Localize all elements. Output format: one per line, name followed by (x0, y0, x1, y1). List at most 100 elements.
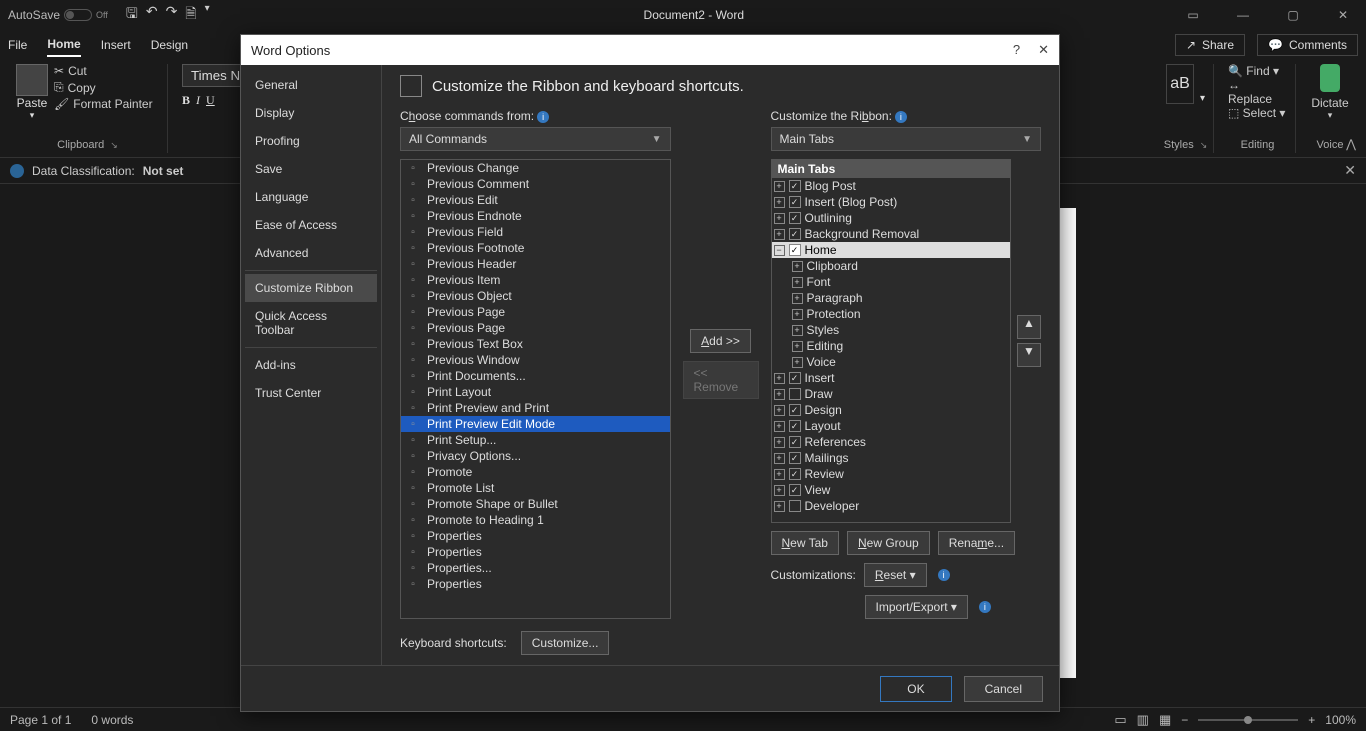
tree-item-developer[interactable]: +Developer (772, 498, 1011, 514)
styles-gallery[interactable]: aB (1166, 64, 1194, 104)
tree-item-layout[interactable]: +Layout (772, 418, 1011, 434)
tree-item-outlining[interactable]: +Outlining (772, 210, 1011, 226)
sidebar-item-trust[interactable]: Trust Center (245, 379, 377, 407)
command-item[interactable]: ▫Print Preview Edit Mode (401, 416, 670, 432)
help-icon[interactable]: ? (1013, 42, 1020, 58)
command-item[interactable]: ▫Print Layout (401, 384, 670, 400)
tree-item-protection[interactable]: +Protection (790, 306, 1011, 322)
command-item[interactable]: ▫Previous Item (401, 272, 670, 288)
info-icon[interactable]: i (895, 111, 907, 123)
command-item[interactable]: ▫Previous Window (401, 352, 670, 368)
dialog-launcher-icon[interactable]: ↘ (1200, 140, 1208, 151)
dialog-titlebar[interactable]: Word Options ? ✕ (241, 35, 1059, 65)
bold-button[interactable]: B (182, 93, 190, 108)
command-item[interactable]: ▫Previous Header (401, 256, 670, 272)
find-button[interactable]: 🔍 Find ▾ (1228, 64, 1287, 78)
rename-button[interactable]: Rename... (938, 531, 1015, 555)
tree-item-insert[interactable]: +Insert (772, 370, 1011, 386)
sidebar-item-proofing[interactable]: Proofing (245, 127, 377, 155)
web-layout-icon[interactable]: ▦ (1159, 712, 1171, 728)
command-item[interactable]: ▫Print Setup... (401, 432, 670, 448)
tree-item-review[interactable]: +Review (772, 466, 1011, 482)
read-mode-icon[interactable]: ▭ (1114, 712, 1126, 728)
command-item[interactable]: ▫Properties (401, 544, 670, 560)
zoom-in-icon[interactable]: + (1308, 713, 1315, 727)
ribbon-tree[interactable]: Main Tabs +Blog Post +Insert (Blog Post)… (771, 159, 1012, 523)
command-item[interactable]: ▫Print Preview and Print (401, 400, 670, 416)
info-icon[interactable]: i (979, 601, 991, 613)
tree-item-bgremoval[interactable]: +Background Removal (772, 226, 1011, 242)
command-item[interactable]: ▫Previous Change (401, 160, 670, 176)
word-count[interactable]: 0 words (91, 713, 133, 727)
choose-commands-combo[interactable]: All Commands ▼ (400, 127, 671, 151)
command-item[interactable]: ▫Promote (401, 464, 670, 480)
command-item[interactable]: ▫Previous Comment (401, 176, 670, 192)
print-layout-icon[interactable]: ▥ (1137, 712, 1149, 728)
customize-ribbon-combo[interactable]: Main Tabs ▼ (771, 127, 1042, 151)
tree-item-editing[interactable]: +Editing (790, 338, 1011, 354)
close-icon[interactable]: ✕ (1038, 42, 1049, 58)
page-status[interactable]: Page 1 of 1 (10, 713, 71, 727)
cut-button[interactable]: ✂Cut (54, 64, 153, 78)
command-item[interactable]: ▫Properties... (401, 560, 670, 576)
tree-item-design[interactable]: +Design (772, 402, 1011, 418)
replace-button[interactable]: ↔ Replace (1228, 78, 1287, 106)
command-item[interactable]: ▫Properties (401, 528, 670, 544)
sidebar-item-addins[interactable]: Add-ins (245, 351, 377, 379)
tree-item-references[interactable]: +References (772, 434, 1011, 450)
ok-button[interactable]: OK (880, 676, 951, 702)
command-item[interactable]: ▫Previous Field (401, 224, 670, 240)
tree-item-voice[interactable]: +Voice (790, 354, 1011, 370)
zoom-out-icon[interactable]: − (1181, 713, 1188, 727)
sidebar-item-save[interactable]: Save (245, 155, 377, 183)
tree-item-insert-blog[interactable]: +Insert (Blog Post) (772, 194, 1011, 210)
info-icon[interactable]: i (938, 569, 950, 581)
dc-value[interactable]: Not set (143, 164, 184, 178)
info-icon[interactable]: i (537, 111, 549, 123)
tree-item-blog[interactable]: +Blog Post (772, 178, 1011, 194)
sidebar-item-ease[interactable]: Ease of Access (245, 211, 377, 239)
commands-listbox[interactable]: ▫Previous Change▫Previous Comment ▫Previo… (400, 159, 671, 619)
command-item[interactable]: ▫Previous Object (401, 288, 670, 304)
close-icon[interactable]: ✕ (1344, 162, 1356, 179)
command-item[interactable]: ▫Properties (401, 576, 670, 592)
tab-file[interactable]: File (8, 34, 27, 56)
sidebar-item-display[interactable]: Display (245, 99, 377, 127)
touch-icon[interactable]: 🗎 (185, 3, 196, 27)
dictate-button[interactable]: Dictate ▾ (1310, 64, 1350, 121)
dialog-launcher-icon[interactable]: ↘ (110, 140, 118, 151)
minimize-icon[interactable]: — (1228, 8, 1258, 22)
command-item[interactable]: ▫Promote to Heading 1 (401, 512, 670, 528)
tree-item-styles[interactable]: +Styles (790, 322, 1011, 338)
sidebar-item-general[interactable]: General (245, 71, 377, 99)
sidebar-item-customize-ribbon[interactable]: Customize Ribbon (245, 274, 377, 302)
autosave-toggle[interactable]: AutoSave Off (8, 8, 108, 22)
underline-button[interactable]: U (206, 93, 215, 108)
command-item[interactable]: ▫Promote Shape or Bullet (401, 496, 670, 512)
format-painter-button[interactable]: 🖌Format Painter (54, 97, 153, 111)
paste-button[interactable]: Paste ▾ (16, 64, 48, 121)
sidebar-item-advanced[interactable]: Advanced (245, 239, 377, 267)
close-icon[interactable]: ✕ (1328, 8, 1358, 22)
comments-button[interactable]: 💬 Comments (1257, 34, 1358, 56)
command-item[interactable]: ▫Previous Endnote (401, 208, 670, 224)
move-up-button[interactable]: ▲ (1017, 315, 1041, 339)
import-export-button[interactable]: Import/Export ▾ (865, 595, 968, 619)
tree-item-draw[interactable]: +Draw (772, 386, 1011, 402)
tab-home[interactable]: Home (47, 33, 80, 57)
tree-item-paragraph[interactable]: +Paragraph (790, 290, 1011, 306)
zoom-level[interactable]: 100% (1325, 713, 1356, 727)
tree-item-font[interactable]: +Font (790, 274, 1011, 290)
ribbon-display-icon[interactable]: ▭ (1178, 8, 1208, 22)
move-down-button[interactable]: ▼ (1017, 343, 1041, 367)
command-item[interactable]: ▫Privacy Options... (401, 448, 670, 464)
sidebar-item-language[interactable]: Language (245, 183, 377, 211)
remove-button[interactable]: << Remove (683, 361, 759, 399)
tree-item-view[interactable]: +View (772, 482, 1011, 498)
redo-icon[interactable]: ↷ (166, 3, 178, 27)
command-item[interactable]: ▫Previous Text Box (401, 336, 670, 352)
command-item[interactable]: ▫Previous Page (401, 304, 670, 320)
command-item[interactable]: ▫Previous Page (401, 320, 670, 336)
tab-insert[interactable]: Insert (101, 34, 131, 56)
copy-button[interactable]: ⎘Copy (54, 80, 153, 95)
